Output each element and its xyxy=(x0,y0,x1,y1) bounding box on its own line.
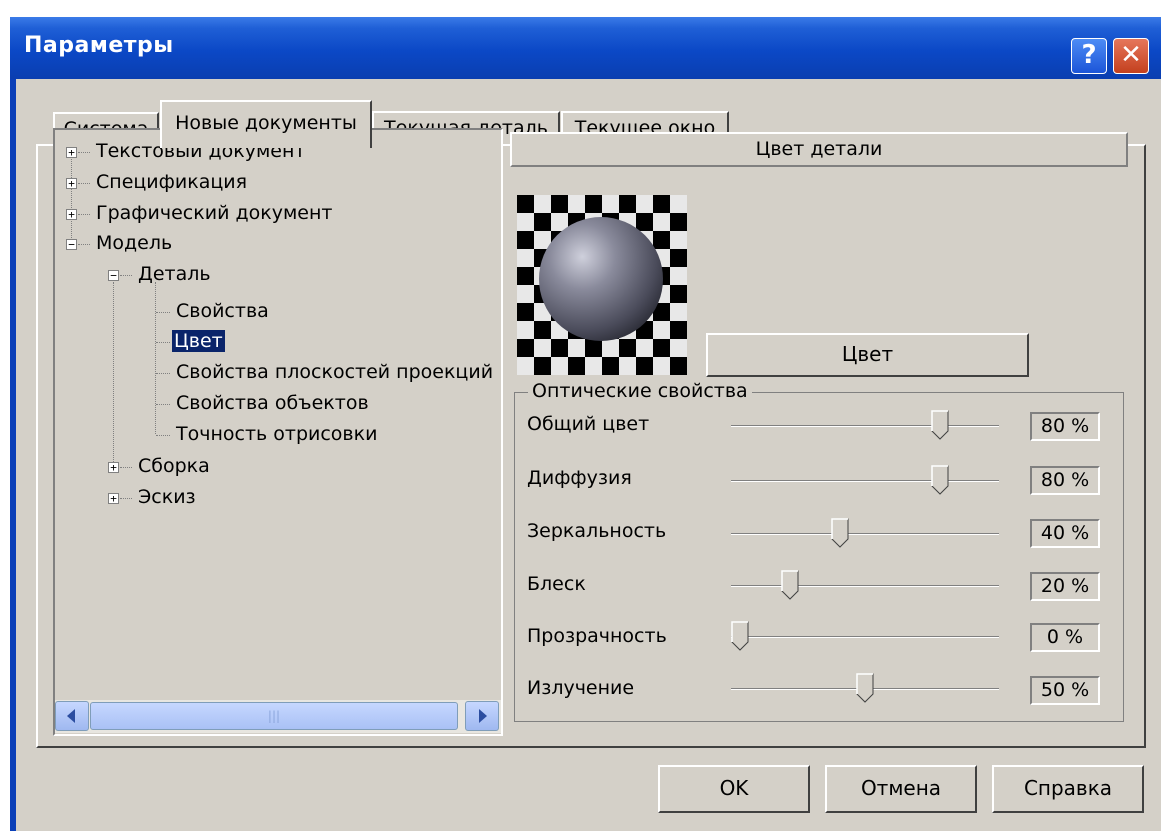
value-overall[interactable]: 80 % xyxy=(1030,412,1100,441)
tree-line xyxy=(78,183,90,184)
expand-icon[interactable]: + xyxy=(66,178,77,189)
tree-item-projection-planes[interactable]: Свойства плоскостей проекций xyxy=(176,361,493,383)
expand-icon[interactable]: + xyxy=(66,209,77,220)
tree-line xyxy=(156,373,170,374)
expand-icon[interactable]: + xyxy=(108,462,119,473)
title-bar[interactable] xyxy=(10,17,1161,79)
tree-line xyxy=(113,282,114,470)
slider-label-emission: Излучение xyxy=(527,677,635,699)
tree-item-render-precision[interactable]: Точность отрисовки xyxy=(176,423,377,445)
slider-track xyxy=(731,585,999,587)
tree-item-color[interactable]: Цвет xyxy=(172,330,225,352)
tree-line xyxy=(155,282,156,434)
tree-line xyxy=(71,154,72,250)
close-icon[interactable]: ✕ xyxy=(1113,38,1149,74)
slider-diffuse[interactable] xyxy=(931,465,949,495)
tree-item-model[interactable]: Модель xyxy=(96,232,172,254)
sphere-icon xyxy=(539,217,663,341)
ok-button[interactable]: OK xyxy=(658,765,810,813)
value-emission[interactable]: 50 % xyxy=(1030,676,1100,705)
color-button[interactable]: Цвет xyxy=(706,333,1029,377)
slider-specular[interactable] xyxy=(831,518,849,548)
tree-line xyxy=(156,312,170,313)
value-transparency[interactable]: 0 % xyxy=(1030,623,1100,652)
tree-item-assembly[interactable]: Сборка xyxy=(138,455,210,477)
material-preview xyxy=(517,195,687,375)
slider-track xyxy=(731,636,999,638)
tree-line xyxy=(156,342,170,343)
slider-label-shininess: Блеск xyxy=(527,573,586,595)
slider-track xyxy=(731,533,999,535)
tree-line xyxy=(78,152,90,153)
tree-line xyxy=(156,435,170,436)
collapse-icon[interactable]: − xyxy=(66,239,77,250)
slider-track xyxy=(731,480,999,482)
arrow-right-icon xyxy=(479,709,487,723)
help-title-button[interactable]: ? xyxy=(1071,38,1107,74)
expand-icon[interactable]: + xyxy=(108,493,119,504)
group-title: Оптические свойства xyxy=(528,380,752,402)
tree-line xyxy=(78,244,90,245)
tree-line xyxy=(78,214,90,215)
tree-item-object-properties[interactable]: Свойства объектов xyxy=(176,392,369,414)
tree-line xyxy=(120,275,132,276)
scroll-right-button[interactable] xyxy=(465,701,499,731)
tree-item-sketch[interactable]: Эскиз xyxy=(138,486,196,508)
scroll-thumb[interactable]: ||| xyxy=(90,702,458,730)
slider-label-diffuse: Диффузия xyxy=(527,467,632,489)
slider-label-transparency: Прозрачность xyxy=(527,625,667,647)
optical-properties-group xyxy=(514,392,1124,722)
slider-emission[interactable] xyxy=(856,673,874,703)
expand-icon[interactable]: + xyxy=(66,147,77,158)
tab-new-documents[interactable]: Новые документы xyxy=(160,100,372,148)
slider-transparency[interactable] xyxy=(731,621,749,651)
value-specular[interactable]: 40 % xyxy=(1030,519,1100,548)
tree-item-graphic-document[interactable]: Графический документ xyxy=(96,202,332,224)
cancel-button[interactable]: Отмена xyxy=(825,765,977,813)
help-button[interactable]: Справка xyxy=(992,765,1144,813)
scroll-left-button[interactable] xyxy=(55,701,89,731)
slider-overall[interactable] xyxy=(931,410,949,440)
arrow-left-icon xyxy=(67,709,75,723)
window-title: Параметры xyxy=(24,33,174,58)
tree-item-specification[interactable]: Спецификация xyxy=(96,171,247,193)
tree-line xyxy=(120,467,132,468)
tree-line xyxy=(120,498,132,499)
value-diffuse[interactable]: 80 % xyxy=(1030,466,1100,495)
slider-shininess[interactable] xyxy=(781,570,799,600)
slider-track xyxy=(731,425,999,427)
collapse-icon[interactable]: − xyxy=(108,270,119,281)
tree-item-properties[interactable]: Свойства xyxy=(176,300,269,322)
tree-line xyxy=(156,404,170,405)
tree-item-part[interactable]: Деталь xyxy=(138,263,211,285)
slider-label-overall: Общий цвет xyxy=(527,413,650,435)
panel-header: Цвет детали xyxy=(510,132,1128,167)
value-shininess[interactable]: 20 % xyxy=(1030,572,1100,601)
slider-label-specular: Зеркальность xyxy=(527,520,667,542)
